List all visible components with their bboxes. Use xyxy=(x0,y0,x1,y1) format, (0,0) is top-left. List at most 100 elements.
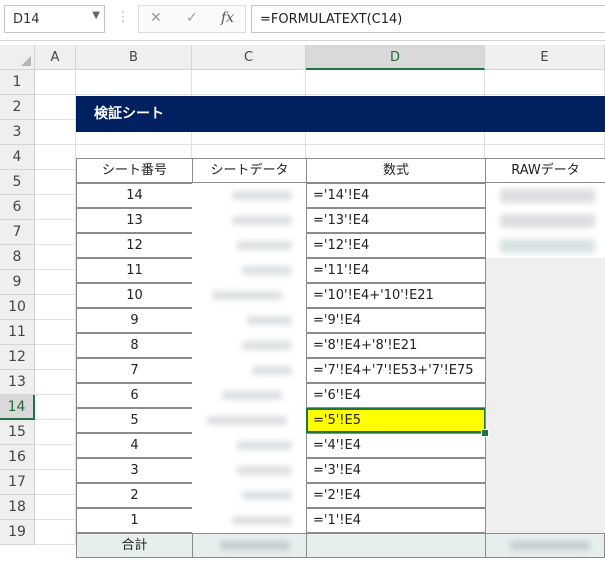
formula-cell[interactable]: ='1'!E4 xyxy=(306,508,486,533)
column-header-e[interactable]: E xyxy=(485,45,605,70)
redacted-value xyxy=(232,191,292,200)
grid-cell[interactable] xyxy=(485,70,605,95)
formula-cell[interactable]: ='4'!E4 xyxy=(306,433,486,458)
row-header-12[interactable]: 12 xyxy=(0,345,35,370)
column-header-c[interactable]: C xyxy=(192,45,306,70)
raw-data-cell[interactable] xyxy=(485,383,605,408)
formula-cell[interactable]: ='2'!E4 xyxy=(306,483,486,508)
redacted-value xyxy=(222,391,282,400)
raw-data-cell[interactable] xyxy=(485,258,605,283)
row-header-13[interactable]: 13 xyxy=(0,370,35,395)
row-header-11[interactable]: 11 xyxy=(0,320,35,345)
sheet-number-cell[interactable]: 10 xyxy=(76,283,193,308)
cancel-icon[interactable]: ✕ xyxy=(150,10,162,26)
row-header-4[interactable]: 4 xyxy=(0,145,35,170)
enter-icon[interactable]: ✓ xyxy=(186,10,198,26)
grid-cell[interactable] xyxy=(35,170,76,195)
grid-cell[interactable] xyxy=(35,245,76,270)
column-header-d[interactable]: D xyxy=(306,45,485,70)
row-header-8[interactable]: 8 xyxy=(0,245,35,270)
row-header-6[interactable]: 6 xyxy=(0,195,35,220)
name-box[interactable]: D14 ▼ xyxy=(4,5,105,33)
grid-cell[interactable] xyxy=(35,420,76,445)
insert-function-icon[interactable]: fx xyxy=(221,10,234,26)
raw-data-cell[interactable] xyxy=(485,283,605,308)
column-header-b[interactable]: B xyxy=(76,45,192,70)
sheet-number-cell[interactable]: 13 xyxy=(76,208,193,233)
formula-cell[interactable]: ='7'!E4+'7'!E53+'7'!E75 xyxy=(306,358,486,383)
sheet-number-cell[interactable]: 5 xyxy=(76,408,193,433)
sheet-number-cell[interactable]: 6 xyxy=(76,383,193,408)
grid-cell[interactable] xyxy=(35,445,76,470)
redacted-value xyxy=(212,291,282,300)
grid-cell[interactable] xyxy=(35,495,76,520)
fill-handle[interactable] xyxy=(481,429,489,437)
raw-data-cell[interactable] xyxy=(485,483,605,508)
sheet-number-cell[interactable]: 4 xyxy=(76,433,193,458)
grid-cell[interactable] xyxy=(35,195,76,220)
grid-cell[interactable] xyxy=(35,295,76,320)
raw-data-cell[interactable] xyxy=(485,333,605,358)
raw-data-cell[interactable] xyxy=(485,433,605,458)
formula-cell[interactable]: ='5'!E5 xyxy=(306,408,486,433)
grid-cell[interactable] xyxy=(35,320,76,345)
grid-cell[interactable] xyxy=(35,220,76,245)
sheet-number-cell[interactable]: 11 xyxy=(76,258,193,283)
grid-cell[interactable] xyxy=(306,70,485,95)
row-header-1[interactable]: 1 xyxy=(0,70,35,95)
grid-cell[interactable] xyxy=(35,370,76,395)
sheet-number-cell[interactable]: 9 xyxy=(76,308,193,333)
chevron-down-icon[interactable]: ▼ xyxy=(92,10,100,21)
formula-cell[interactable]: ='8'!E4+'8'!E21 xyxy=(306,333,486,358)
raw-data-cell[interactable] xyxy=(485,308,605,333)
redacted-value xyxy=(232,516,292,525)
formula-cell[interactable]: ='10'!E4+'10'!E21 xyxy=(306,283,486,308)
redacted-value xyxy=(247,316,292,325)
grid-cell[interactable] xyxy=(35,70,76,95)
row-header-14[interactable]: 14 xyxy=(0,395,35,420)
sheet-number-cell[interactable]: 3 xyxy=(76,458,193,483)
raw-data-cell[interactable] xyxy=(485,358,605,383)
row-header-18[interactable]: 18 xyxy=(0,495,35,520)
grid-cell[interactable] xyxy=(35,345,76,370)
formula-cell[interactable]: ='14'!E4 xyxy=(306,183,486,208)
column-header-a[interactable]: A xyxy=(35,45,76,70)
grid-cell[interactable] xyxy=(35,120,76,145)
sheet-number-cell[interactable]: 1 xyxy=(76,508,193,533)
formula-cell[interactable]: ='11'!E4 xyxy=(306,258,486,283)
sheet-number-cell[interactable]: 12 xyxy=(76,233,193,258)
formula-cell[interactable]: ='13'!E4 xyxy=(306,208,486,233)
row-header-17[interactable]: 17 xyxy=(0,470,35,495)
formula-cell[interactable]: ='12'!E4 xyxy=(306,233,486,258)
grid-cell[interactable] xyxy=(35,395,76,420)
select-all-button[interactable] xyxy=(0,45,35,70)
grid-cell[interactable] xyxy=(35,270,76,295)
formula-cell[interactable]: ='3'!E4 xyxy=(306,458,486,483)
sheet-number-cell[interactable]: 14 xyxy=(76,183,193,208)
row-header-5[interactable]: 5 xyxy=(0,170,35,195)
sheet-number-cell[interactable]: 2 xyxy=(76,483,193,508)
row-header-19[interactable]: 19 xyxy=(0,520,35,545)
row-header-16[interactable]: 16 xyxy=(0,445,35,470)
row-header-9[interactable]: 9 xyxy=(0,270,35,295)
sheet-number-cell[interactable]: 7 xyxy=(76,358,193,383)
raw-data-cell[interactable] xyxy=(485,458,605,483)
row-header-15[interactable]: 15 xyxy=(0,420,35,445)
formula-cell[interactable]: ='6'!E4 xyxy=(306,383,486,408)
sheet-number-cell[interactable]: 8 xyxy=(76,333,193,358)
grid-cell[interactable] xyxy=(35,95,76,120)
raw-data-cell[interactable] xyxy=(485,508,605,533)
formula-input[interactable]: =FORMULATEXT(C14) xyxy=(251,5,605,33)
formula-cell[interactable]: ='9'!E4 xyxy=(306,308,486,333)
row-header-2[interactable]: 2 xyxy=(0,95,35,120)
row-header-7[interactable]: 7 xyxy=(0,220,35,245)
grid-cell[interactable] xyxy=(192,70,306,95)
grid-cell[interactable] xyxy=(76,70,192,95)
row-header-10[interactable]: 10 xyxy=(0,295,35,320)
grid-cell[interactable] xyxy=(35,520,76,545)
row-header-3[interactable]: 3 xyxy=(0,120,35,145)
drag-handle-icon[interactable]: ⋮ xyxy=(116,9,130,25)
grid-cell[interactable] xyxy=(35,470,76,495)
raw-data-cell[interactable] xyxy=(485,408,605,433)
grid-cell[interactable] xyxy=(35,145,76,170)
